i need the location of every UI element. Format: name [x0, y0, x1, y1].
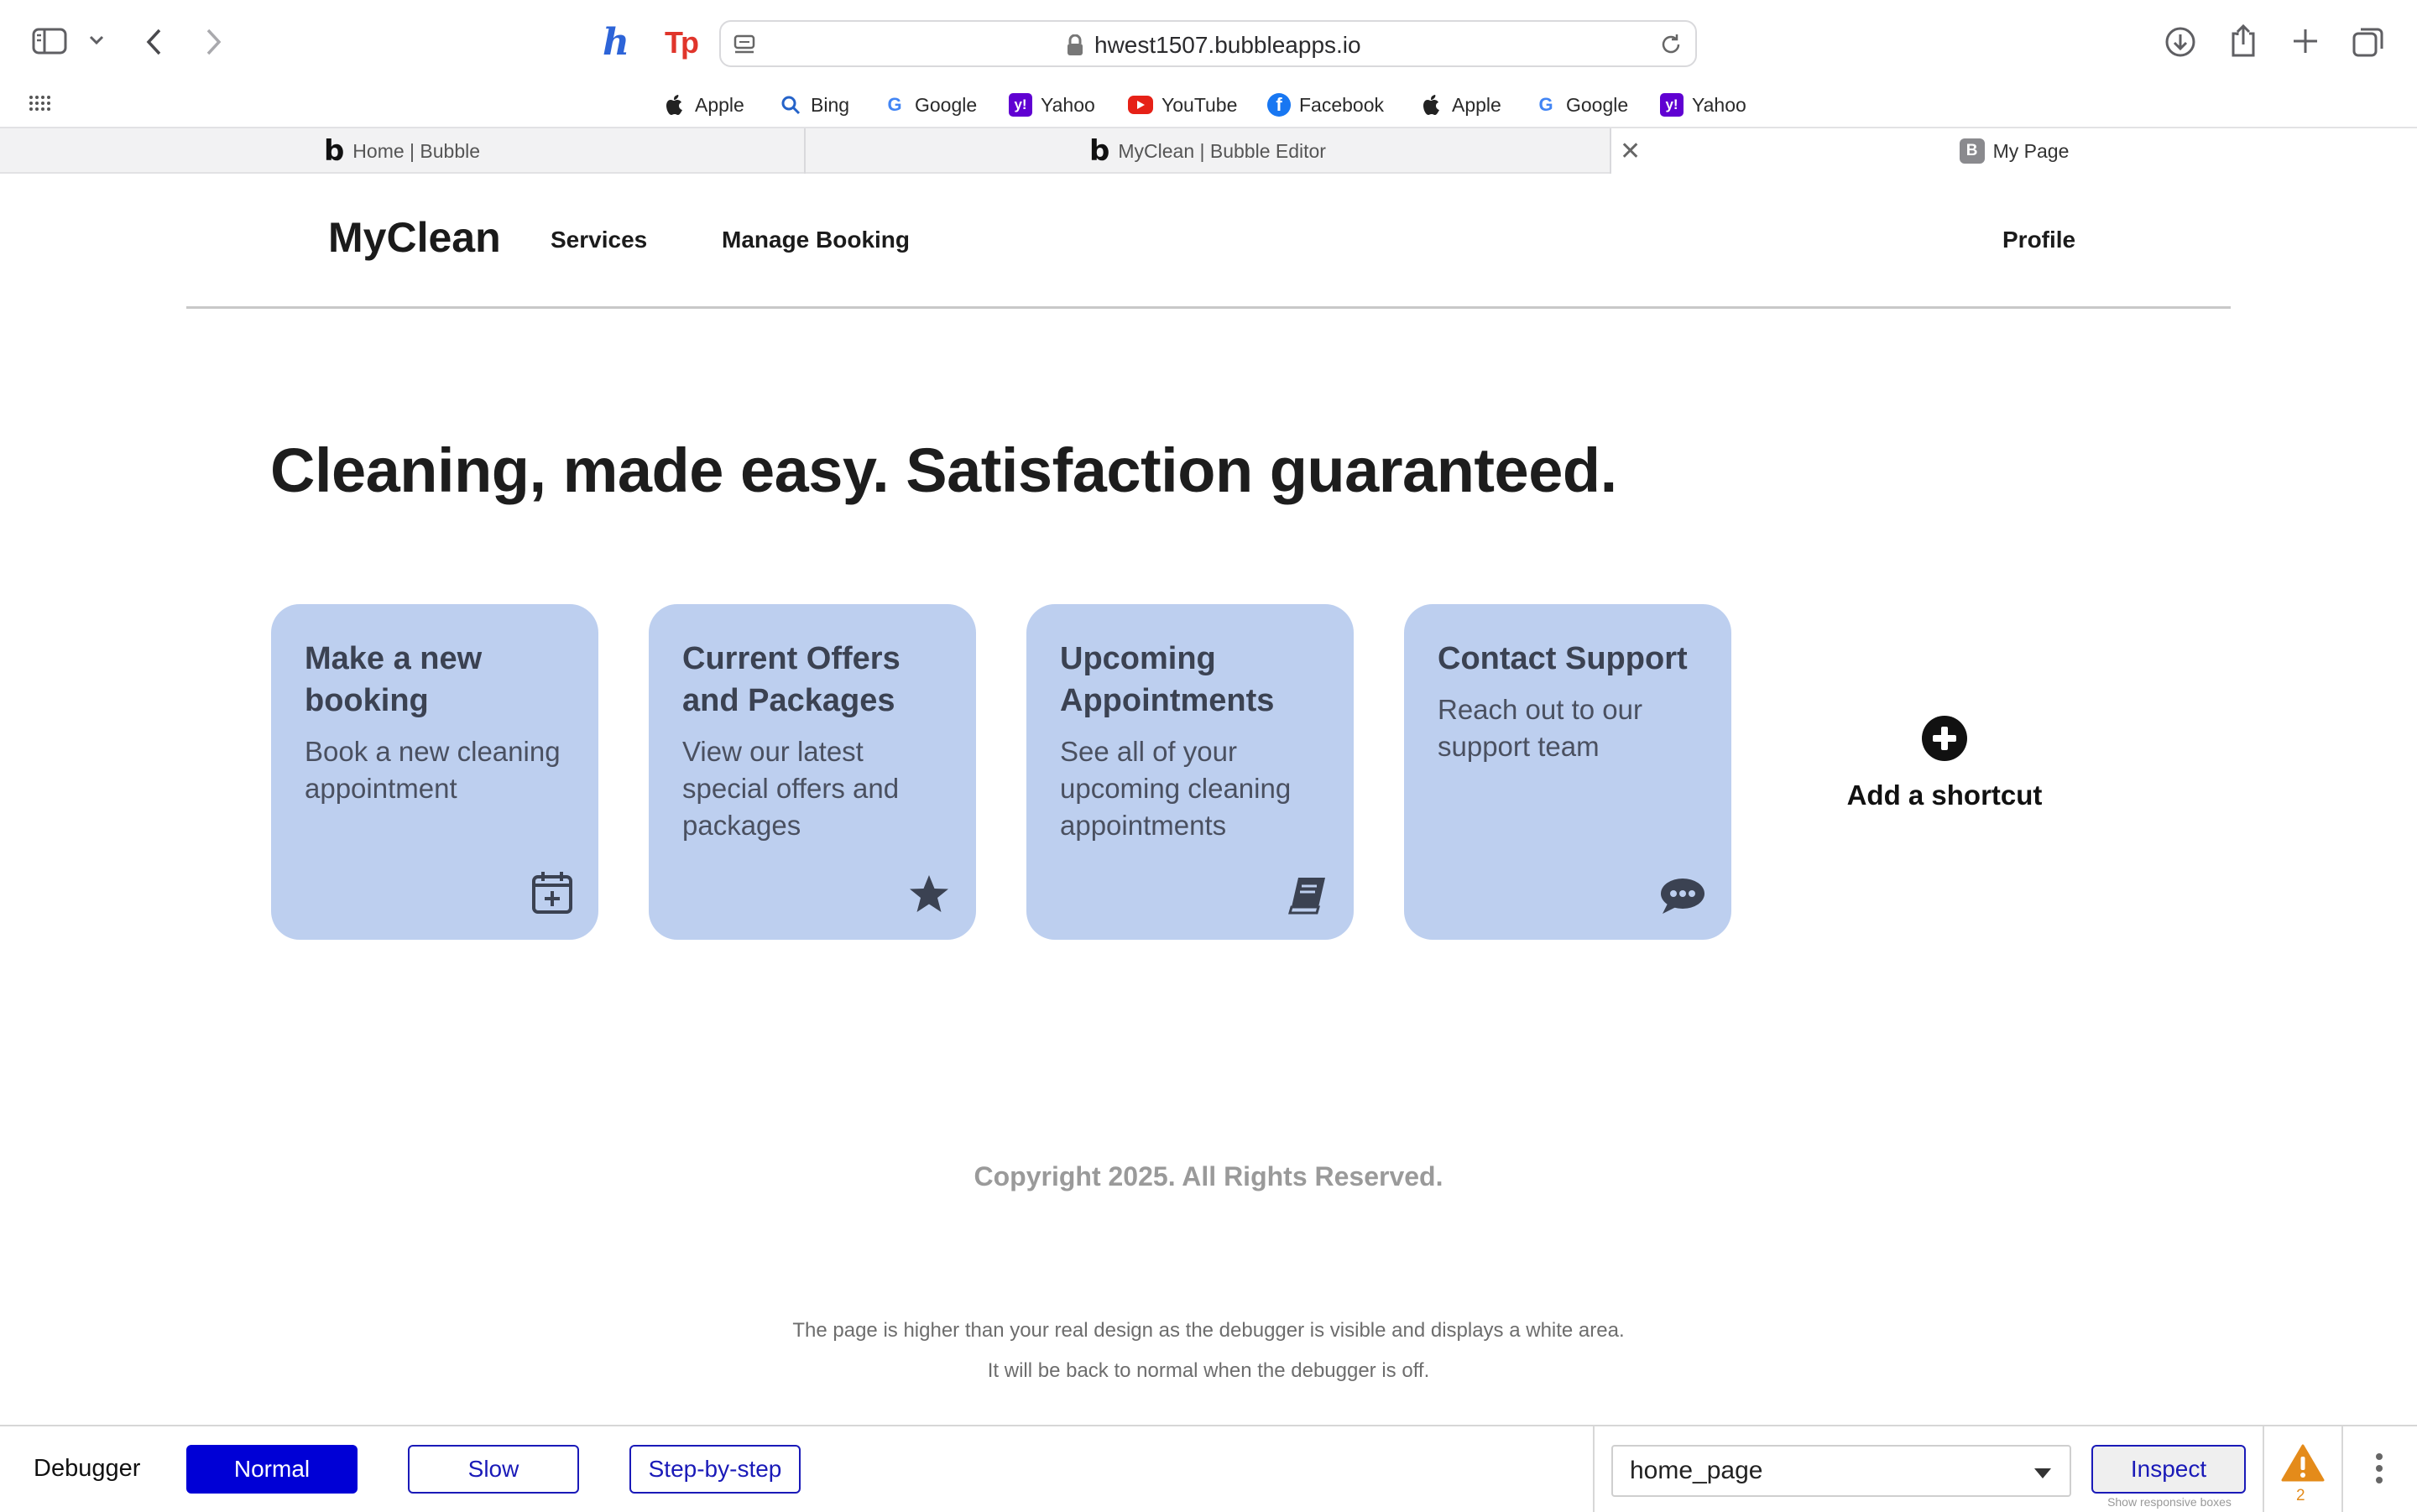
- tp-extension-icon[interactable]: Tp: [665, 25, 699, 60]
- apple-icon: [663, 93, 686, 117]
- calendar-plus-icon: [531, 870, 573, 920]
- debug-mode-normal-button[interactable]: Normal: [186, 1445, 358, 1494]
- book-icon: [1287, 875, 1329, 920]
- debugger-label: Debugger: [34, 1455, 141, 1482]
- add-circle-icon: [1922, 716, 1967, 761]
- close-icon[interactable]: ✕: [1620, 137, 1641, 166]
- card-description: Reach out to our support team: [1438, 694, 1642, 762]
- debugger-divider: [1593, 1426, 1595, 1512]
- facebook-icon: f: [1267, 93, 1291, 117]
- chat-bubble-icon: [1659, 877, 1706, 920]
- yahoo-icon: y!: [1009, 93, 1032, 117]
- tab-bubble-editor[interactable]: b MyClean | Bubble Editor: [806, 128, 1610, 174]
- more-options-icon[interactable]: [2375, 1452, 2383, 1489]
- debug-mode-slow-button[interactable]: Slow: [408, 1445, 579, 1494]
- nav-profile[interactable]: Profile: [2002, 227, 2075, 253]
- card-description: See all of your upcoming cleaning appoin…: [1060, 736, 1292, 841]
- tab-bar: b Home | Bubble b MyClean | Bubble Edito…: [0, 127, 2417, 174]
- inspect-button[interactable]: Inspect: [2091, 1445, 2246, 1494]
- bookmark-google-2[interactable]: G Google: [1534, 89, 1628, 121]
- share-icon[interactable]: [2228, 23, 2258, 59]
- hero-title: Cleaning, made easy. Satisfaction guaran…: [270, 435, 1617, 505]
- apps-grid-icon[interactable]: [29, 94, 50, 112]
- page-select-value: home_page: [1630, 1457, 1763, 1484]
- address-bar[interactable]: hwest1507.bubbleapps.io: [719, 20, 1697, 67]
- header-divider: [186, 306, 2231, 309]
- page-select[interactable]: home_page: [1611, 1445, 2071, 1497]
- back-icon[interactable]: [143, 27, 166, 57]
- bookmark-facebook[interactable]: f Facebook: [1267, 89, 1384, 121]
- debug-mode-step-button[interactable]: Step-by-step: [629, 1445, 801, 1494]
- brand-logo[interactable]: MyClean: [328, 213, 501, 262]
- downloads-icon[interactable]: [2164, 25, 2197, 59]
- yahoo-icon: y!: [1660, 93, 1684, 117]
- bookmark-youtube[interactable]: YouTube: [1128, 89, 1237, 121]
- bookmarks-bar: Apple Bing G Google y! Yahoo YouTube f F…: [0, 84, 2417, 126]
- tab-overview-icon[interactable]: [2352, 25, 2385, 59]
- debugger-note-line1: The page is higher than your real design…: [792, 1319, 1625, 1342]
- add-shortcut-button[interactable]: Add a shortcut: [1804, 716, 2085, 811]
- browser-chrome: h Tp hwest1507.bubbleapps.io Apple Bing …: [0, 0, 2417, 175]
- bubble-logo-icon: b: [1089, 134, 1110, 168]
- show-responsive-boxes-link[interactable]: Show responsive boxes: [2095, 1495, 2244, 1509]
- debugger-bar: Debugger Normal Slow Step-by-step home_p…: [0, 1425, 2417, 1512]
- sidebar-toggle-icon[interactable]: [32, 27, 67, 55]
- warning-count: 2: [2296, 1487, 2305, 1504]
- card-title: Current Offers and Packages: [682, 641, 901, 718]
- footer-copyright: Copyright 2025. All Rights Reserved.: [974, 1161, 1443, 1191]
- nav-services[interactable]: Services: [551, 227, 647, 253]
- card-title: Contact Support: [1438, 641, 1688, 676]
- add-shortcut-label: Add a shortcut: [1846, 779, 2043, 811]
- browser-toolbar: h Tp hwest1507.bubbleapps.io: [0, 0, 2417, 86]
- apple-icon: [1420, 93, 1443, 117]
- tab-home-bubble[interactable]: b Home | Bubble: [0, 128, 804, 174]
- reload-icon[interactable]: [1658, 32, 1684, 61]
- reader-icon[interactable]: [733, 34, 756, 61]
- google-icon: G: [1538, 94, 1553, 115]
- debugger-divider: [2341, 1426, 2343, 1512]
- card-offers[interactable]: Current Offers and Packages View our lat…: [649, 604, 976, 940]
- google-icon: G: [887, 94, 902, 115]
- nav-manage-booking[interactable]: Manage Booking: [722, 227, 910, 253]
- star-icon: [907, 873, 951, 920]
- caret-down-icon: [2034, 1468, 2051, 1478]
- card-new-booking[interactable]: Make a new booking Book a new cleaning a…: [271, 604, 598, 940]
- debugger-divider: [2263, 1426, 2264, 1512]
- page-content: MyClean Services Manage Booking Profile …: [0, 175, 2417, 1425]
- card-description: View our latest special offers and packa…: [682, 736, 900, 841]
- bookmark-yahoo-2[interactable]: y! Yahoo: [1660, 89, 1746, 121]
- card-title: Make a new booking: [305, 641, 483, 718]
- card-contact-support[interactable]: Contact Support Reach out to our support…: [1404, 604, 1731, 940]
- hint-extension-icon[interactable]: h: [603, 23, 629, 62]
- bookmark-apple-2[interactable]: Apple: [1420, 89, 1501, 121]
- bubble-logo-icon: b: [323, 134, 345, 168]
- card-description: Book a new cleaning appointment: [305, 736, 561, 804]
- bookmark-apple[interactable]: Apple: [663, 89, 744, 121]
- chevron-down-icon[interactable]: [87, 34, 106, 47]
- url-text: hwest1507.bubbleapps.io: [1094, 32, 1361, 58]
- lock-icon: [1066, 34, 1084, 60]
- debugger-note-line2: It will be back to normal when the debug…: [987, 1359, 1430, 1382]
- forward-icon[interactable]: [201, 27, 225, 57]
- bookmark-bing[interactable]: Bing: [779, 89, 849, 121]
- card-appointments[interactable]: Upcoming Appointments See all of your up…: [1026, 604, 1354, 940]
- bookmark-google[interactable]: G Google: [883, 89, 977, 121]
- bookmark-yahoo[interactable]: y! Yahoo: [1009, 89, 1095, 121]
- card-title: Upcoming Appointments: [1060, 641, 1275, 718]
- warning-icon[interactable]: [2281, 1443, 2325, 1488]
- new-tab-icon[interactable]: [2291, 27, 2320, 55]
- page-favicon-icon: B: [1959, 138, 1985, 164]
- search-icon: [779, 93, 802, 117]
- tab-my-page[interactable]: B My Page: [1611, 128, 2417, 174]
- youtube-icon: [1128, 96, 1153, 114]
